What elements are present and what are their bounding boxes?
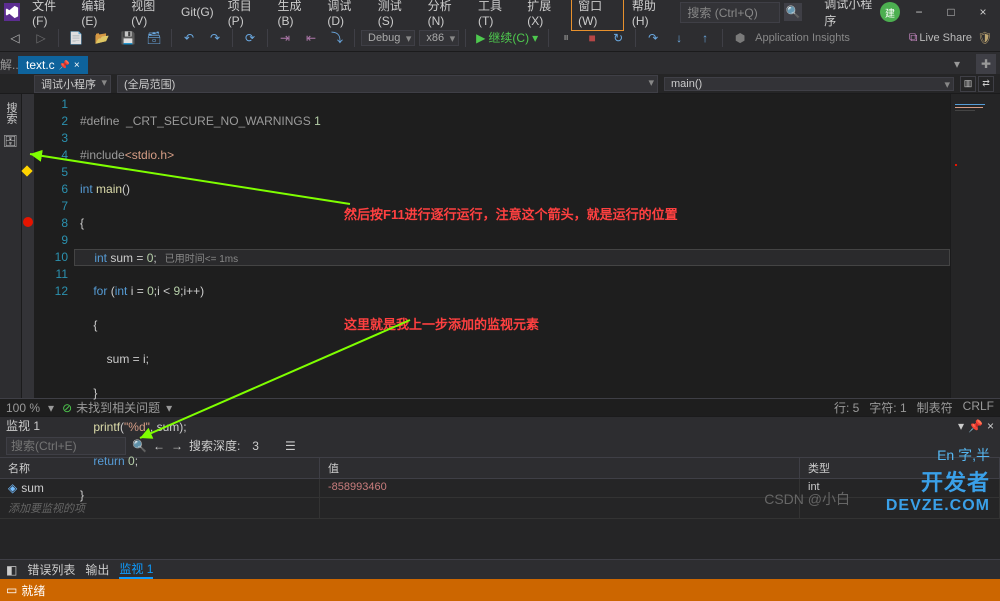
open-icon[interactable]: 📂 [91, 27, 113, 49]
annotation-2: 这里就是我上一步添加的监视元素 [344, 316, 539, 333]
annotation-1: 然后按F11进行逐行运行，注意这个箭头，就是运行的位置 [344, 206, 678, 223]
depth-combo[interactable]: 3 [246, 439, 273, 453]
eol-mode[interactable]: CRLF [963, 399, 994, 416]
panel-dropdown-icon[interactable]: ▾ [958, 419, 964, 433]
save-icon[interactable]: 💾 [117, 27, 139, 49]
maximize-icon[interactable]: □ [938, 2, 964, 22]
hex-icon[interactable]: ⬢ [729, 27, 751, 49]
undo-icon[interactable]: ↶ [178, 27, 200, 49]
redo-icon[interactable]: ↷ [204, 27, 226, 49]
platform-combo[interactable]: x86 [419, 30, 459, 46]
solution-explorer-collapsed[interactable]: 解... [0, 54, 18, 74]
panel-close-icon[interactable]: × [987, 419, 994, 433]
current-line-marker [21, 165, 32, 176]
menu-tools[interactable]: 工具(T) [472, 0, 519, 30]
minimap[interactable] [950, 94, 1000, 398]
menu-debug[interactable]: 调试(D) [321, 0, 369, 30]
server-icon[interactable]: 🗄 [2, 132, 20, 150]
vs-logo-icon [4, 3, 20, 21]
restart-icon[interactable]: ↻ [607, 27, 629, 49]
stepover-icon[interactable]: ↷ [642, 27, 664, 49]
line-numbers: 123456789101112 [34, 94, 74, 398]
tab-output[interactable]: 输出 [85, 561, 109, 578]
stop-icon[interactable]: ■ [581, 27, 603, 49]
breadcrumb-function[interactable]: main() [664, 77, 954, 91]
stepin-icon[interactable]: ↓ [668, 27, 690, 49]
admin-icon[interactable]: 🛡 [974, 27, 996, 49]
minimize-icon[interactable]: − [906, 2, 932, 22]
file-tab[interactable]: text.c 📌 × [18, 56, 88, 74]
variable-icon: ◈ [8, 481, 17, 495]
menu-git[interactable]: Git(G) [175, 3, 220, 21]
file-tab-label: text.c [26, 58, 55, 72]
exchange-icon[interactable]: ⇄ [978, 76, 994, 92]
menu-view[interactable]: 视图(V) [125, 0, 173, 30]
window-title: 调试小程序 [824, 0, 878, 29]
search-box[interactable]: 搜索 (Ctrl+Q) [680, 2, 780, 23]
menu-test[interactable]: 测试(S) [372, 0, 420, 30]
liveshare-label[interactable]: Live Share [919, 32, 972, 44]
status-ready: 就绪 [21, 582, 45, 599]
watch-title: 监视 1 [6, 417, 40, 434]
config-combo[interactable]: Debug [361, 30, 415, 46]
tab-watch[interactable]: 监视 1 [119, 560, 153, 579]
check-icon: ⊘ [62, 401, 72, 415]
menu-edit[interactable]: 编辑(E) [75, 0, 123, 30]
avatar[interactable]: 建 [880, 2, 900, 22]
step1-icon[interactable]: ⇥ [274, 27, 296, 49]
tab-dropdown-icon[interactable]: ▾ [954, 54, 972, 74]
new-icon[interactable]: 📄 [65, 27, 87, 49]
breakpoint-gutter[interactable] [22, 94, 34, 398]
continue-button[interactable]: ▶ 继续(C) ▾ [472, 27, 542, 48]
saveall-icon[interactable]: 🗃 [143, 27, 165, 49]
sync-icon[interactable]: ⟳ [239, 27, 261, 49]
status-ready-icon: ▭ [6, 583, 17, 597]
tab-errors[interactable]: 错误列表 [27, 561, 75, 578]
breakpoint-marker[interactable] [23, 217, 33, 227]
pin-icon[interactable]: 📌 [59, 60, 70, 71]
breadcrumb-scope[interactable]: (全局范围) [117, 75, 658, 93]
menu-ext[interactable]: 扩展(X) [521, 0, 569, 30]
panel-dropdown-icon[interactable]: ◧ [6, 563, 17, 577]
step2-icon[interactable]: ⇤ [300, 27, 322, 49]
menu-project[interactable]: 项目(P) [222, 0, 270, 30]
menu-file[interactable]: 文件(F) [26, 0, 73, 30]
stepout-icon[interactable]: ↑ [694, 27, 716, 49]
search-icon[interactable]: 🔍 [784, 3, 802, 21]
insights-label[interactable]: Application Insights [755, 32, 850, 44]
zoom-level[interactable]: 100 % [6, 401, 40, 415]
search-vtab[interactable]: 搜索 [0, 96, 21, 130]
menu-help[interactable]: 帮助(H) [626, 0, 674, 30]
liveshare-icon[interactable]: ⧉ [909, 30, 918, 45]
close-icon[interactable]: × [970, 2, 996, 22]
code-editor[interactable]: #define _CRT_SECURE_NO_WARNINGS 1 #inclu… [74, 94, 950, 398]
step3-icon[interactable]: ⤵ [326, 27, 348, 49]
breadcrumb-project[interactable]: 调试小程序 [34, 75, 111, 93]
panel-pin-icon[interactable]: 📌 [968, 419, 983, 433]
split-icon[interactable]: ▥ [960, 76, 976, 92]
menu-analyze[interactable]: 分析(N) [422, 0, 470, 30]
menu-build[interactable]: 生成(B) [272, 0, 320, 30]
forward-icon[interactable]: ▷ [30, 27, 52, 49]
tab-close-icon[interactable]: × [74, 60, 80, 71]
tab-add-icon[interactable]: ✚ [976, 54, 996, 74]
back-icon[interactable]: ◁ [4, 27, 26, 49]
pause-icon[interactable]: ⏸ [555, 27, 577, 49]
